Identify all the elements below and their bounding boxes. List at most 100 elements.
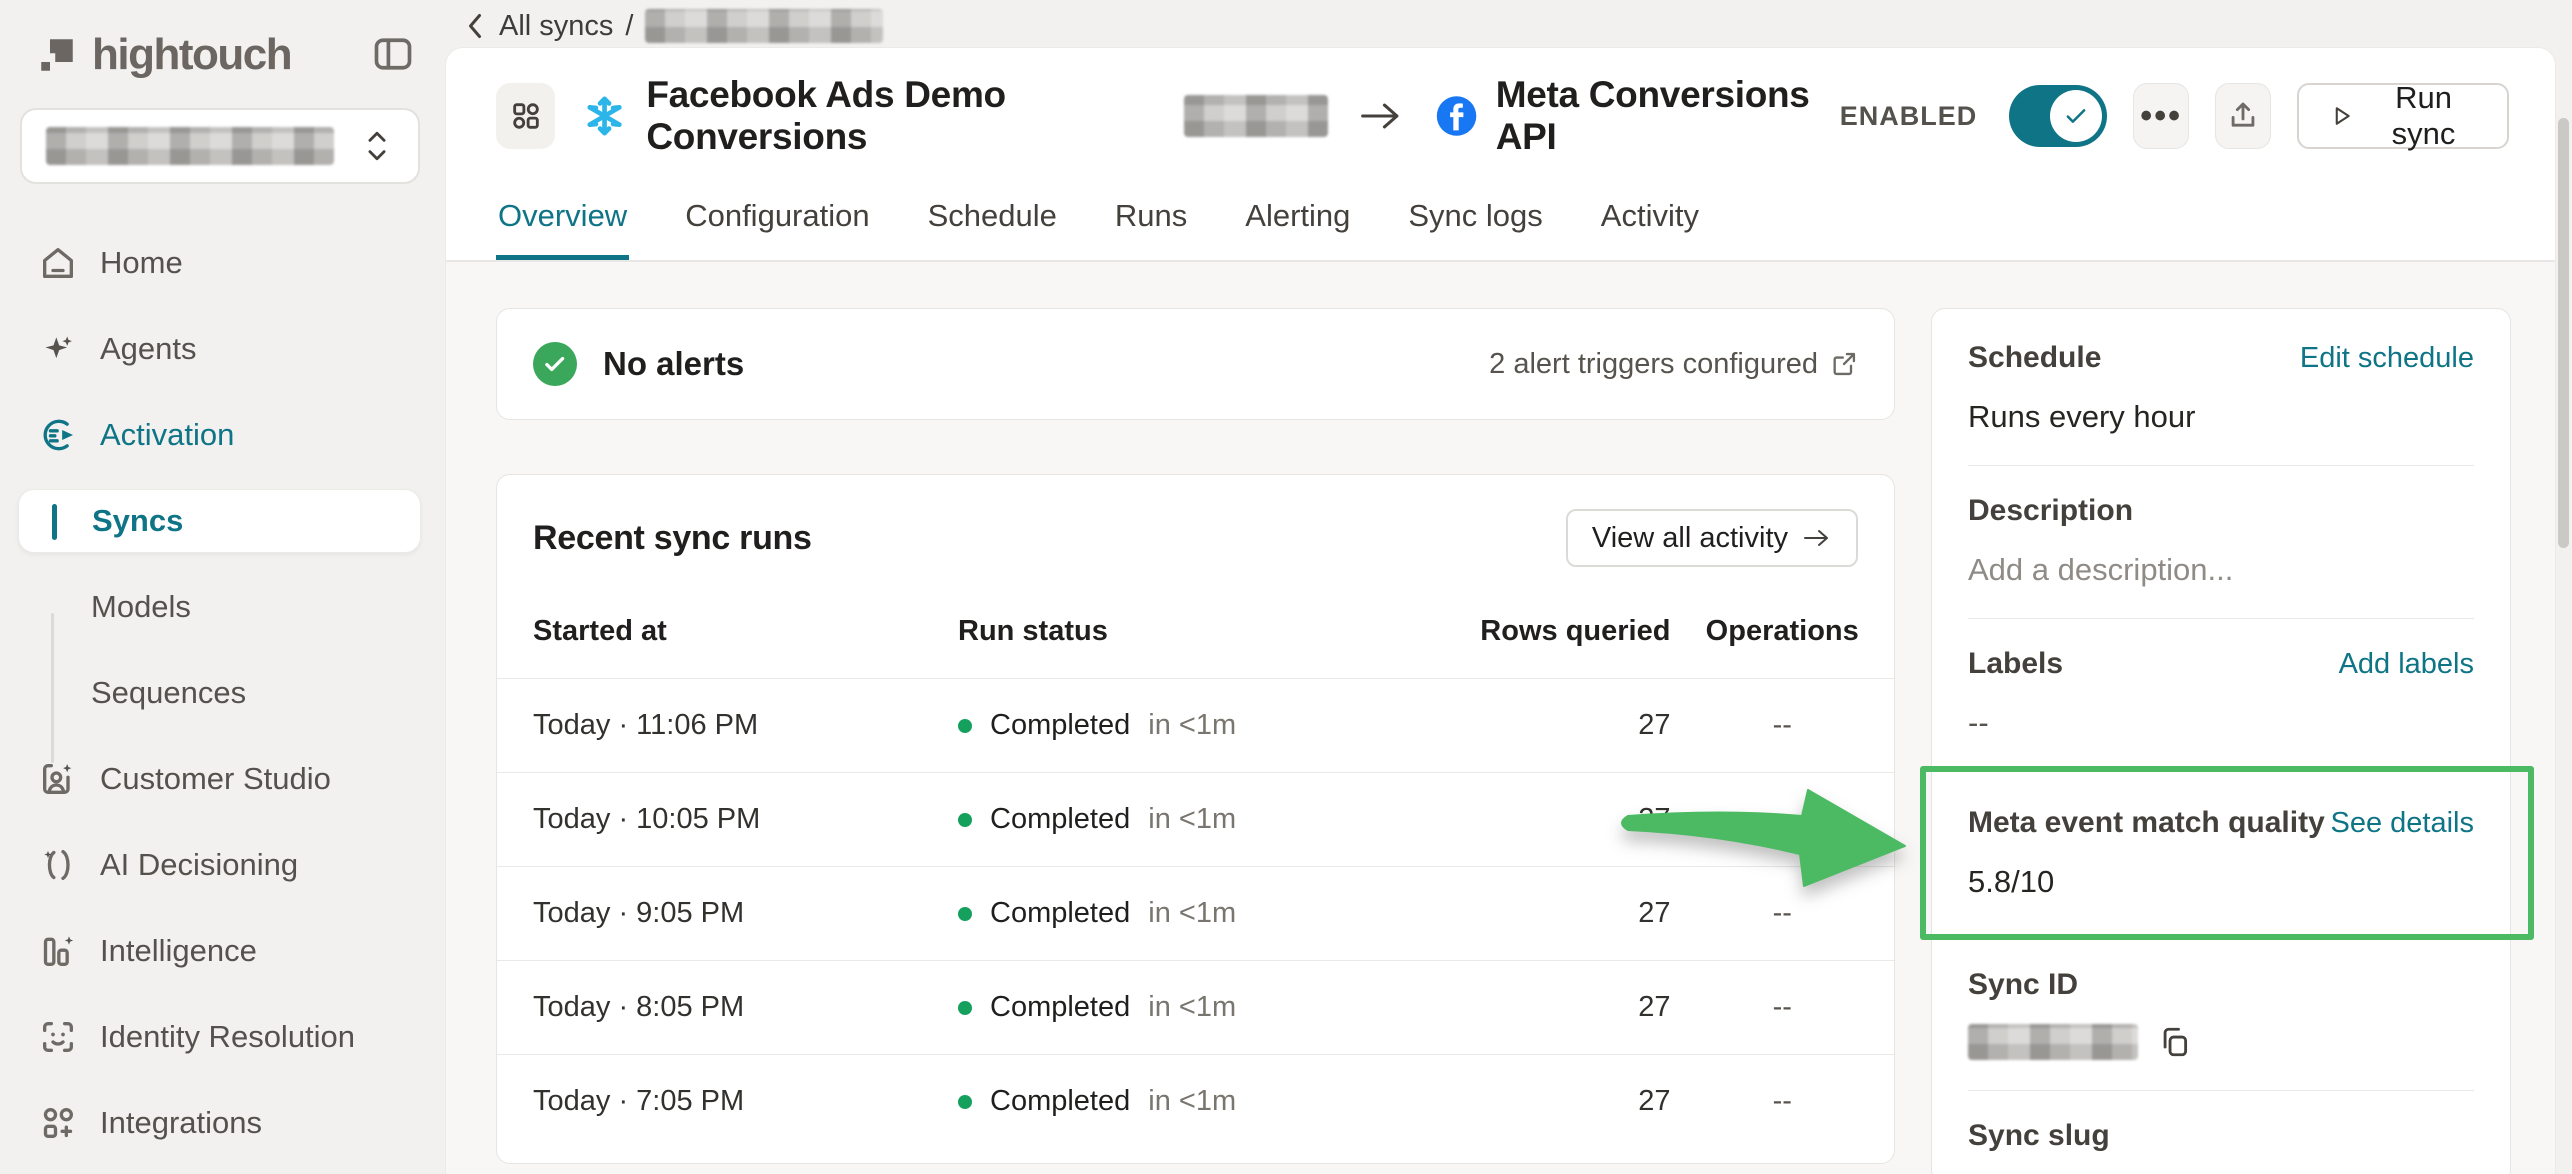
match-quality-label: Meta event match quality: [1968, 806, 2325, 840]
table-row[interactable]: Today · 11:06 PM Completedin <1m 27 --: [497, 679, 1894, 773]
bar-chart-icon: [38, 931, 78, 971]
table-row[interactable]: Today · 10:05 PM Completedin <1m 27 --: [497, 773, 1894, 867]
status-dot: [958, 813, 972, 827]
status-dot: [958, 1095, 972, 1109]
description-placeholder[interactable]: Add a description...: [1968, 552, 2474, 588]
tab-overview[interactable]: Overview: [496, 174, 629, 260]
tab-configuration[interactable]: Configuration: [683, 174, 871, 260]
sidebar-item-intelligence[interactable]: Intelligence: [0, 908, 445, 994]
alerts-card: No alerts 2 alert triggers configured: [496, 308, 1895, 420]
sidebar-item-home[interactable]: Home: [0, 220, 445, 306]
source-title: Facebook Ads Demo Conversions: [646, 74, 1176, 158]
edit-schedule-link[interactable]: Edit schedule: [2300, 342, 2474, 375]
activation-icon: [38, 415, 78, 455]
sidebar-item-models[interactable]: Models: [0, 564, 445, 650]
destination-title: Meta Conversions API: [1496, 74, 1840, 158]
sidebar-item-ai-decisioning[interactable]: AI Decisioning: [0, 822, 445, 908]
table-row[interactable]: Today · 7:05 PM Completedin <1m 27 --: [497, 1055, 1894, 1149]
tab-alerting[interactable]: Alerting: [1243, 174, 1352, 260]
table-row[interactable]: Today · 9:05 PM Completedin <1m 27 --: [497, 867, 1894, 961]
sync-runs-table: Started at Run status Rows queried Opera…: [497, 593, 1894, 1148]
shapes-grid-icon: [38, 1103, 78, 1143]
run-sync-button[interactable]: Run sync: [2297, 83, 2509, 149]
collapse-sidebar-icon: [371, 32, 415, 76]
match-quality-value: 5.8/10: [1968, 864, 2474, 900]
breadcrumb-back[interactable]: All syncs: [463, 10, 613, 43]
alert-triggers-link[interactable]: 2 alert triggers configured: [1489, 348, 1858, 381]
tab-activity[interactable]: Activity: [1599, 174, 1701, 260]
main-panel: Facebook Ads Demo Conversions Meta Conve…: [445, 47, 2556, 1174]
status-dot: [958, 719, 972, 733]
sync-header: Facebook Ads Demo Conversions Meta Conve…: [446, 48, 2555, 174]
toggle-knob: [2050, 90, 2102, 142]
tab-sync-logs[interactable]: Sync logs: [1406, 174, 1544, 260]
hightouch-logo-icon: [36, 34, 78, 76]
view-all-arrow-icon: [1802, 526, 1832, 550]
copy-icon: [2158, 1025, 2192, 1059]
collapse-sidebar-button[interactable]: [369, 31, 417, 79]
upload-icon: [2226, 99, 2260, 133]
snowflake-icon: [583, 92, 626, 140]
header-actions: ENABLED ••• Run sync: [1840, 83, 2509, 149]
schedule-value: Runs every hour: [1968, 399, 2474, 435]
back-chevron-icon: [463, 11, 487, 41]
view-all-activity-button[interactable]: View all activity: [1566, 509, 1858, 567]
tab-bar: Overview Configuration Schedule Runs Ale…: [446, 174, 2555, 262]
sync-grid-button[interactable]: [496, 83, 555, 149]
export-button[interactable]: [2215, 83, 2271, 149]
schedule-label: Schedule: [1968, 341, 2101, 375]
match-quality-section: Meta event match quality See details 5.8…: [1932, 772, 2510, 940]
brand-name: hightouch: [92, 30, 291, 80]
enabled-label: ENABLED: [1840, 101, 1978, 132]
column-operations: Operations: [1670, 593, 1894, 679]
schedule-section: Schedule Edit schedule Runs every hour: [1932, 313, 2510, 465]
status-dot: [958, 1001, 972, 1015]
sidebar-item-identity-resolution[interactable]: Identity Resolution: [0, 994, 445, 1080]
branches-icon: [38, 845, 78, 885]
tab-schedule[interactable]: Schedule: [926, 174, 1059, 260]
workspace-chevrons-icon: [360, 126, 394, 166]
sidebar: hightouch Home: [0, 0, 445, 1174]
copy-sync-id-button[interactable]: [2158, 1025, 2192, 1059]
source-title-redacted: [1184, 95, 1328, 137]
play-icon: [2329, 101, 2354, 131]
facebook-icon: [1435, 92, 1478, 140]
column-started-at: Started at: [497, 593, 958, 679]
scrollbar-thumb[interactable]: [2558, 118, 2569, 548]
overview-content: No alerts 2 alert triggers configured Re…: [446, 262, 2555, 1174]
tab-runs[interactable]: Runs: [1113, 174, 1189, 260]
sidebar-item-agents[interactable]: Agents: [0, 306, 445, 392]
sync-slug-section: Sync slug: [1932, 1091, 2510, 1174]
column-run-status: Run status: [958, 593, 1391, 679]
sidebar-item-syncs[interactable]: Syncs: [18, 489, 421, 553]
active-indicator: [52, 504, 57, 540]
sidebar-item-activation[interactable]: Activation: [0, 392, 445, 478]
more-options-button[interactable]: •••: [2133, 83, 2189, 149]
table-row[interactable]: Today · 8:05 PM Completedin <1m 27 --: [497, 961, 1894, 1055]
flow-arrow-icon: [1358, 96, 1405, 136]
nav-tree-line: [51, 613, 54, 763]
sidebar-nav: Home Agents Activation: [0, 220, 445, 1166]
breadcrumb: All syncs /: [445, 0, 883, 52]
status-dot: [958, 907, 972, 921]
sidebar-item-integrations[interactable]: Integrations: [0, 1080, 445, 1166]
sidebar-item-customer-studio[interactable]: Customer Studio: [0, 736, 445, 822]
breadcrumb-separator: /: [625, 10, 633, 43]
labels-section: Labels Add labels --: [1932, 619, 2510, 771]
enabled-toggle[interactable]: [2009, 85, 2107, 147]
check-circle-icon: [533, 342, 577, 386]
description-label: Description: [1968, 494, 2133, 528]
alerts-title: No alerts: [603, 345, 744, 383]
runs-card-title: Recent sync runs: [533, 519, 812, 558]
recent-sync-runs-card: Recent sync runs View all activity Start…: [496, 474, 1895, 1164]
annotation-highlight-box: [1920, 766, 2534, 940]
check-icon: [2061, 101, 2091, 131]
sync-id-redacted: [1968, 1024, 2138, 1060]
column-rows-queried: Rows queried: [1391, 593, 1670, 679]
sidebar-item-sequences[interactable]: Sequences: [0, 650, 445, 736]
sparkle-icon: [38, 329, 78, 369]
breadcrumb-current-redacted: [645, 9, 883, 43]
add-labels-link[interactable]: Add labels: [2339, 648, 2474, 681]
workspace-selector[interactable]: [20, 108, 420, 184]
see-details-link[interactable]: See details: [2331, 807, 2475, 840]
